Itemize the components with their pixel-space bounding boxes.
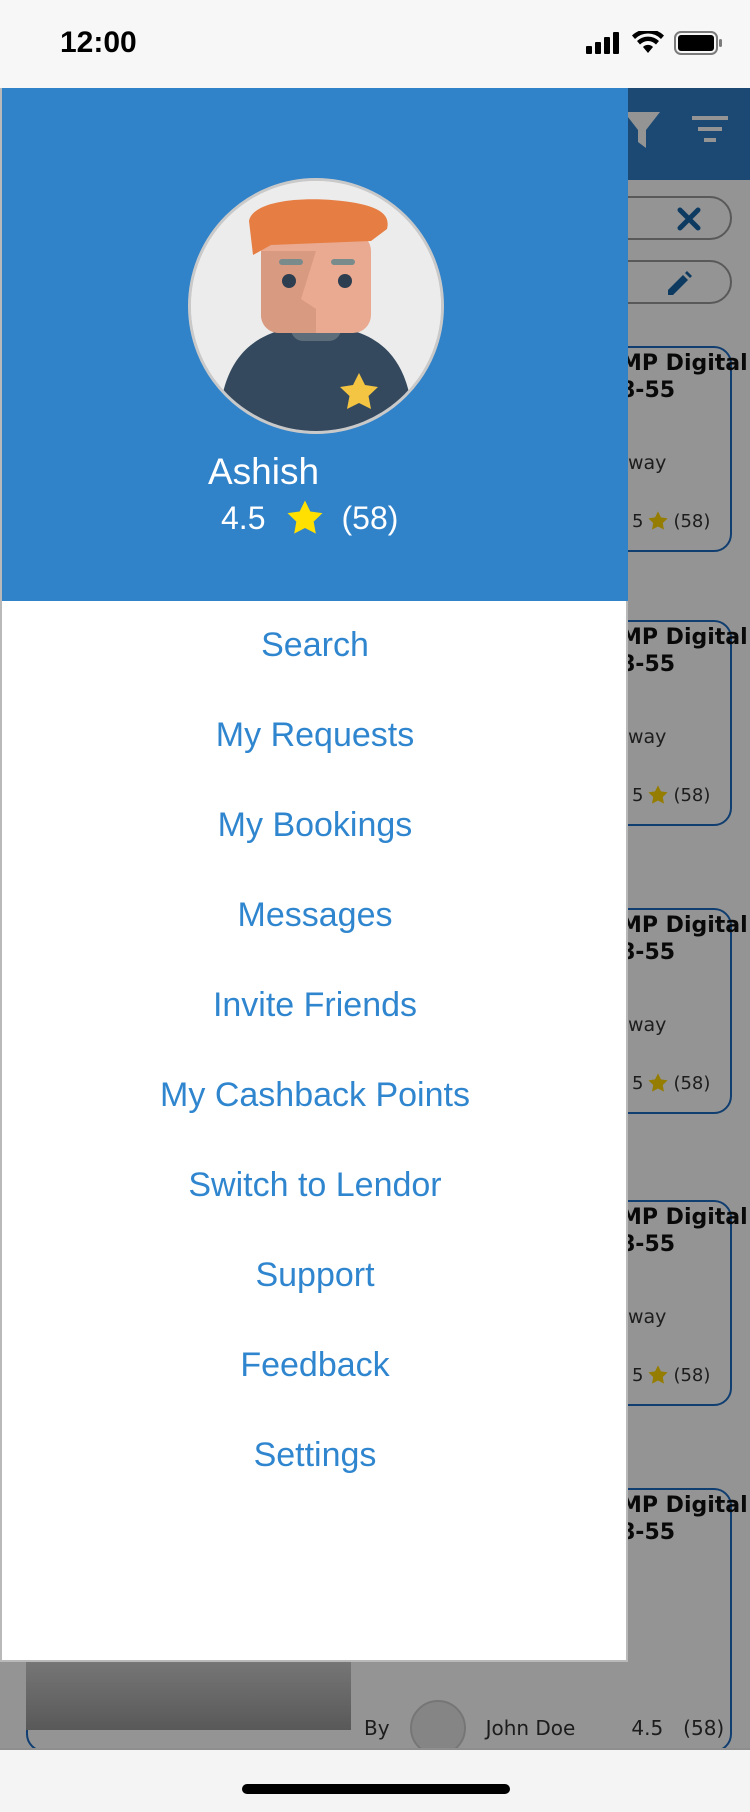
menu-item-support[interactable]: Support xyxy=(2,1230,628,1320)
menu-item-messages[interactable]: Messages xyxy=(2,870,628,960)
avatar[interactable] xyxy=(188,178,444,434)
user-rating: 4.5 (58) xyxy=(221,498,398,538)
wifi-icon xyxy=(632,31,664,53)
cellular-signal-icon xyxy=(586,32,619,54)
review-count: (58) xyxy=(341,499,399,536)
status-time: 12:00 xyxy=(60,26,137,59)
menu-item-settings[interactable]: Settings xyxy=(2,1410,628,1500)
user-avatar-icon xyxy=(191,181,441,431)
drawer-menu: Search My Requests My Bookings Messages … xyxy=(2,600,628,1500)
user-name: Ashish xyxy=(208,451,320,492)
menu-item-feedback[interactable]: Feedback xyxy=(2,1320,628,1410)
menu-item-search[interactable]: Search xyxy=(2,600,628,690)
menu-item-my-bookings[interactable]: My Bookings xyxy=(2,780,628,870)
drawer-header: Ashish 4.5 (58) xyxy=(2,88,628,601)
menu-item-my-cashback-points[interactable]: My Cashback Points xyxy=(2,1050,628,1140)
menu-item-switch-to-lendor[interactable]: Switch to Lendor xyxy=(2,1140,628,1230)
status-bar: 12:00 xyxy=(0,0,750,88)
navigation-drawer: Ashish 4.5 (58) Search My Requests My Bo… xyxy=(0,88,628,1662)
battery-icon xyxy=(674,31,722,55)
menu-item-invite-friends[interactable]: Invite Friends xyxy=(2,960,628,1050)
star-icon xyxy=(287,500,323,534)
rating-value: 4.5 xyxy=(221,499,266,536)
status-icons xyxy=(586,28,724,58)
menu-item-my-requests[interactable]: My Requests xyxy=(2,690,628,780)
home-indicator[interactable] xyxy=(242,1784,510,1794)
